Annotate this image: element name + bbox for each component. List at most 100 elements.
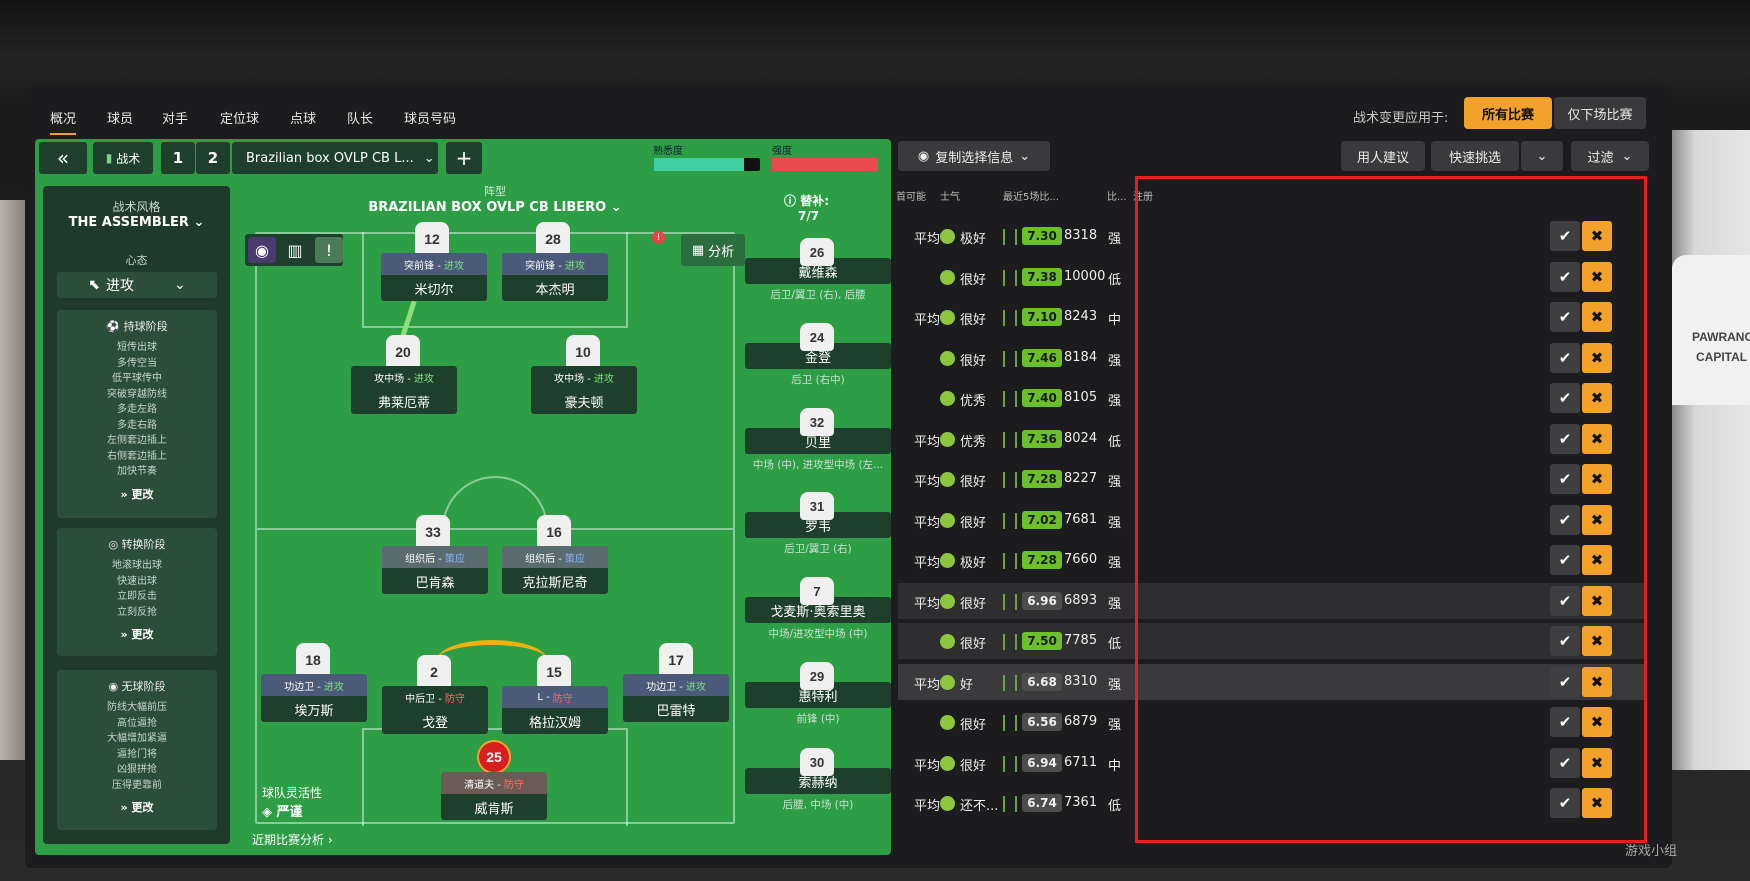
sub-card[interactable]: 26 戴维森 后卫/翼卫 (右), 后腰 [745, 238, 891, 302]
value-cell: 7361 [1064, 795, 1098, 810]
player-card[interactable]: 组织后 - 策应 克拉斯尼奇 [502, 546, 608, 594]
double-chevron-left-icon: « [56, 146, 70, 170]
partnership-link [437, 640, 547, 680]
form-bars-icon [1003, 674, 1017, 691]
morale-icon [940, 715, 955, 730]
recent-match-analysis-link[interactable]: 近期比赛分析 › [252, 831, 333, 848]
level-cell: 中 [1108, 758, 1122, 774]
apply-next-match-button[interactable]: 仅下场比赛 [1554, 97, 1646, 129]
change-button[interactable]: » 更改 [57, 486, 217, 502]
intensity-label: 强度 [772, 146, 792, 157]
morale-icon [940, 553, 955, 568]
tactic-name-dropdown[interactable]: Brazilian box OVLP CB L... ⌄ [232, 142, 438, 174]
phase-item: 多走左路 [117, 404, 157, 415]
formation-dropdown[interactable]: BRAZILIAN BOX OVLP CB LIBERO ⌄ [330, 200, 660, 215]
watermark: 游戏小组 [1625, 844, 1678, 859]
shirt-number: 24 [800, 323, 834, 351]
player-card[interactable]: 清道夫 - 防守 威肯斯 [441, 772, 547, 820]
value-cell: 8184 [1064, 349, 1098, 365]
morale-icon [940, 350, 955, 366]
morale-cell: 优秀 [960, 434, 987, 450]
tab-set-pieces[interactable]: 定位球 [220, 108, 259, 127]
tactic-selector[interactable]: ▮ 战术 [93, 142, 153, 174]
warning-icon: ! [325, 240, 333, 260]
sub-card[interactable]: 31 罗韦 后卫/翼卫 (右) [745, 492, 891, 556]
column-header[interactable]: 最近5场比... [1003, 188, 1059, 203]
tactic-slot-2[interactable]: 2 [196, 142, 230, 174]
player-view-button[interactable]: ◉ [248, 237, 276, 263]
player-card[interactable]: 攻中场 - 进攻 弗莱厄蒂 [351, 366, 457, 414]
style-value[interactable]: THE ASSEMBLER ⌄ [43, 215, 230, 230]
rating-badge: 7.28 [1022, 551, 1062, 569]
warning-view-button[interactable]: ! [315, 237, 343, 263]
pitch [255, 232, 735, 826]
sub-card[interactable]: 32 贝里 中场 (中), 进攻型中场 (左... [745, 408, 891, 472]
availability-cell: 平均 [914, 232, 941, 247]
stats-view-button[interactable]: ▥ [281, 237, 309, 263]
sub-card[interactable]: 30 索赫纳 后腰, 中场 (中) [745, 748, 891, 812]
tab-captains[interactable]: 队长 [347, 108, 373, 127]
phase-item: 大幅增加紧逼 [107, 733, 167, 744]
phase-item: 地滚球出球 [112, 560, 162, 571]
staff-advice-button[interactable]: 用人建议 [1341, 141, 1425, 171]
change-button[interactable]: » 更改 [57, 626, 217, 642]
column-header[interactable]: 比... [1107, 188, 1127, 203]
change-button[interactable]: » 更改 [57, 799, 217, 815]
sub-card[interactable]: 24 金登 后卫 (右中) [745, 323, 891, 387]
phase-item: 多传空当 [117, 357, 157, 369]
morale-cell: 很好 [960, 637, 987, 652]
tab-opponent[interactable]: 对手 [162, 108, 188, 127]
rating-badge: 7.10 [1022, 308, 1062, 326]
form-bars-icon [1003, 269, 1017, 286]
copy-selection-button[interactable]: ◉ 复制选择信息 ⌄ [898, 141, 1050, 171]
sub-card[interactable]: 29 惠特利 前锋 (中) [745, 662, 891, 726]
team-flexibility-label: 球队灵活性 [262, 786, 323, 800]
tab-overview[interactable]: 概况 [50, 108, 77, 135]
alert-icon[interactable]: ! [652, 231, 665, 244]
player-card[interactable]: 突前锋 - 进攻 米切尔 [381, 253, 487, 301]
phase-item: 左侧套边插上 [107, 435, 167, 446]
tab-penalties[interactable]: 点球 [290, 108, 316, 127]
morale-cell: 极好 [960, 232, 987, 247]
chevron-down-icon: ⌄ [174, 277, 186, 293]
diamond-icon: ◈ [262, 805, 277, 820]
column-header[interactable]: 首可能 [896, 188, 926, 203]
tab-players[interactable]: 球员 [107, 108, 133, 127]
player-card[interactable]: 中后卫 - 防守 戈登 [382, 686, 488, 734]
rating-badge: 7.30 [1022, 227, 1062, 245]
availability-cell: 平均 [914, 799, 941, 814]
quick-pick-button[interactable]: 快速挑选 [1431, 141, 1519, 171]
user-icon: ◉ [255, 240, 269, 260]
chevron-right-icon: › [324, 833, 333, 847]
sub-card[interactable]: 7 戈麦斯·奥索里奥 中场/进攻型中场 (中) [745, 577, 891, 641]
morale-icon [940, 269, 955, 285]
player-card[interactable]: 攻中场 - 进攻 豪夫顿 [531, 366, 637, 414]
collapse-button[interactable]: « [39, 142, 87, 174]
chevron-down-icon: ⌄ [423, 150, 435, 166]
phase-item: 加快节奏 [117, 466, 157, 477]
morale-cell: 很好 [960, 353, 987, 369]
player-card[interactable]: 突前锋 - 进攻 本杰明 [502, 253, 608, 301]
player-card[interactable]: 功边卫 - 进攻 埃万斯 [261, 674, 367, 722]
tab-squad-numbers[interactable]: 球员号码 [404, 108, 456, 127]
shirt-number: 15 [537, 655, 571, 689]
value-cell: 8243 [1064, 309, 1098, 324]
familiarity-bar-fill [654, 158, 745, 171]
rating-badge: 7.46 [1022, 348, 1062, 367]
apply-all-matches-button[interactable]: 所有比赛 [1464, 97, 1552, 129]
add-tactic-button[interactable]: + [446, 142, 482, 174]
column-header[interactable]: 士气 [940, 188, 960, 203]
player-card[interactable]: 功边卫 - 进攻 巴雷特 [623, 674, 729, 722]
mentality-dropdown[interactable]: ⬉ 进攻 ⌄ [57, 272, 217, 298]
player-card[interactable]: 组织后 - 策应 巴肯森 [382, 546, 488, 594]
level-cell: 强 [1108, 677, 1122, 693]
filter-button[interactable]: 过滤 ⌄ [1571, 141, 1649, 171]
phase-item: 立刻反抢 [117, 606, 157, 618]
style-label: 战术风格 [112, 200, 161, 214]
rating-badge: 7.02 [1022, 510, 1062, 529]
level-cell: 强 [1108, 515, 1122, 531]
analysis-button[interactable]: ▦ 分析 [681, 234, 745, 266]
player-card[interactable]: L - 防守 格拉汉姆 [502, 686, 608, 734]
tactic-slot-1[interactable]: 1 [161, 142, 195, 174]
quick-pick-dropdown[interactable]: ⌄ [1521, 141, 1563, 171]
